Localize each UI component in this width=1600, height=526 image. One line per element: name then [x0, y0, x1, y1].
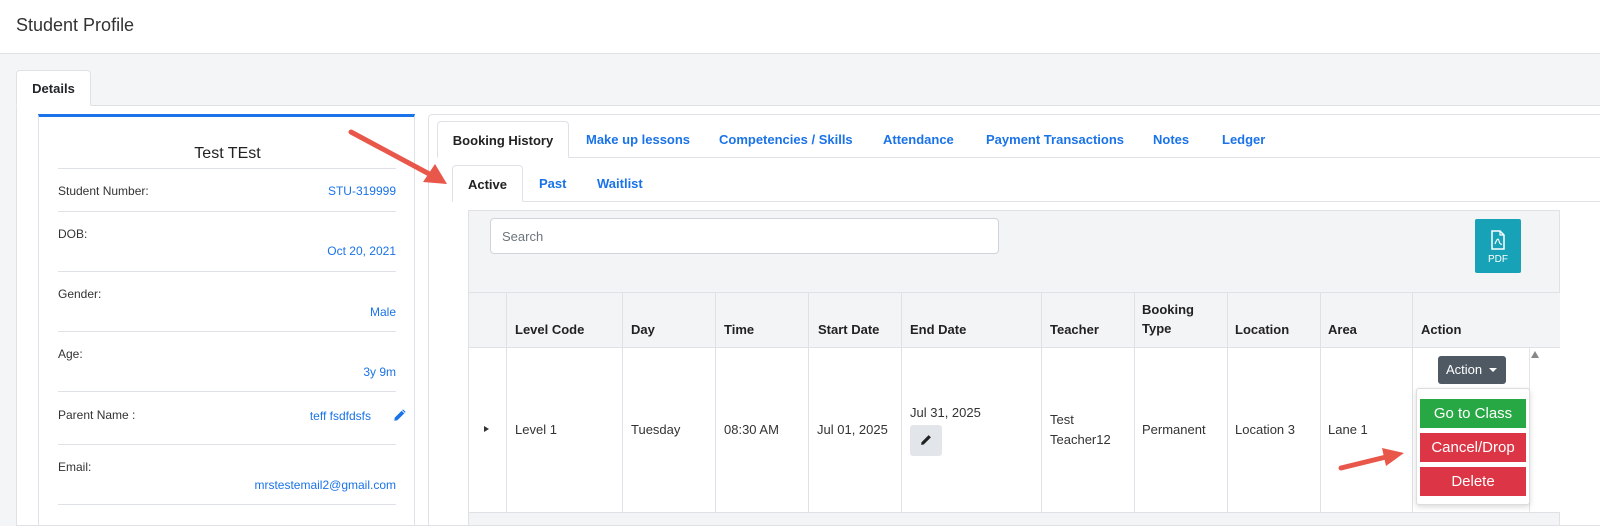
profile-value: 3y 9m [363, 365, 396, 379]
column-divider [1227, 292, 1228, 513]
profile-row-student-number: Student Number: STU-319999 [58, 168, 396, 211]
col-header-location: Location [1235, 322, 1290, 337]
delete-button[interactable]: Delete [1420, 467, 1526, 496]
action-dropdown-button[interactable]: Action [1438, 356, 1506, 384]
tab-details[interactable]: Details [16, 70, 91, 106]
pdf-file-icon [1491, 230, 1505, 250]
tab-past[interactable]: Past [539, 176, 566, 191]
top-bar: Student Profile [0, 0, 1600, 54]
parent-name-link[interactable]: teff fsdfdsfs [310, 409, 371, 423]
pdf-export-button[interactable]: PDF [1475, 219, 1521, 273]
booking-header-line-2: Type [1142, 321, 1172, 336]
col-header-start-date: Start Date [818, 322, 880, 337]
expand-row-icon[interactable] [484, 426, 489, 432]
tab-competencies-skills[interactable]: Competencies / Skills [719, 132, 853, 147]
column-divider [1041, 292, 1042, 513]
col-header-action: Action [1421, 322, 1462, 337]
cell-location: Location 3 [1235, 422, 1295, 437]
col-header-teacher: Teacher [1050, 322, 1099, 337]
profile-label: DOB: [58, 227, 88, 241]
profile-label: Student Number: [58, 184, 149, 198]
main-tab-divider [450, 157, 1600, 158]
sub-tab-divider [452, 201, 1600, 202]
scroll-up-arrow-icon[interactable] [1531, 351, 1539, 358]
cell-teacher: Test Teacher12 [1050, 410, 1111, 450]
cell-booking-type: Permanent [1142, 422, 1206, 437]
column-divider [901, 292, 902, 513]
tab-ledger[interactable]: Ledger [1222, 132, 1265, 147]
column-divider [506, 292, 507, 513]
cancel-drop-button[interactable]: Cancel/Drop [1420, 433, 1526, 462]
pencil-icon[interactable] [393, 408, 407, 422]
booking-header-line-1: Booking [1142, 302, 1194, 317]
column-divider [808, 292, 809, 513]
profile-value: Oct 20, 2021 [327, 244, 396, 258]
column-divider [1320, 292, 1321, 513]
tab-attendance[interactable]: Attendance [883, 132, 954, 147]
tab-active[interactable]: Active [452, 165, 523, 202]
profile-label: Age: [58, 347, 83, 361]
profile-label: Email: [58, 460, 92, 474]
profile-row-age: Age: 3y 9m [58, 331, 396, 391]
profile-row-gender: Gender: Male [58, 271, 396, 331]
cell-level-code: Level 1 [515, 422, 557, 437]
profile-row-parent-name: Parent Name : teff fsdfdsfs [58, 391, 406, 444]
email-link[interactable]: mrstestemail2@gmail.com [254, 478, 396, 492]
profile-divider [58, 504, 396, 505]
cell-area: Lane 1 [1328, 422, 1368, 437]
edit-end-date-button[interactable] [910, 425, 942, 456]
teacher-line-1: Test [1050, 412, 1074, 427]
column-divider [1412, 292, 1413, 513]
col-header-level-code: Level Code [515, 322, 585, 337]
tab-make-up-lessons[interactable]: Make up lessons [586, 132, 690, 147]
profile-label: Gender: [58, 287, 102, 301]
col-header-end-date: End Date [910, 322, 967, 337]
action-label: Action [1446, 362, 1483, 377]
student-name: Test TEst [194, 145, 261, 162]
pencil-icon [921, 435, 931, 445]
go-to-class-button[interactable]: Go to Class [1420, 399, 1526, 428]
page-title: Student Profile [16, 15, 135, 35]
teacher-line-2: Teacher12 [1050, 432, 1111, 447]
tab-payment-transactions[interactable]: Payment Transactions [986, 132, 1124, 147]
profile-row-email: Email: mrstestemail2@gmail.com [58, 444, 396, 504]
tab-waitlist[interactable]: Waitlist [597, 176, 643, 191]
col-header-time: Time [724, 322, 755, 337]
profile-value: Male [369, 305, 396, 319]
cell-end-date: Jul 31, 2025 [910, 405, 981, 420]
cell-time: 08:30 AM [724, 422, 779, 437]
tab-booking-history[interactable]: Booking History [437, 121, 569, 158]
column-divider [715, 292, 716, 513]
cell-start-date: Jul 01, 2025 [817, 422, 888, 437]
pdf-label: PDF [1488, 254, 1508, 265]
tab-notes[interactable]: Notes [1153, 132, 1189, 147]
profile-value[interactable]: STU-319999 [328, 184, 396, 198]
column-divider [1134, 292, 1135, 513]
column-divider [622, 292, 623, 513]
caret-down-icon [1489, 368, 1497, 372]
profile-label: Parent Name : [58, 408, 136, 422]
col-header-booking-type: Booking Type [1142, 300, 1194, 338]
col-header-day: Day [631, 322, 655, 337]
profile-row-dob: DOB: Oct 20, 2021 [58, 211, 396, 271]
col-header-area: Area [1328, 322, 1357, 337]
student-profile-card: Test TEst Student Number: STU-319999 DOB… [38, 114, 415, 526]
search-input[interactable] [490, 218, 999, 254]
cell-day: Tuesday [631, 422, 681, 437]
